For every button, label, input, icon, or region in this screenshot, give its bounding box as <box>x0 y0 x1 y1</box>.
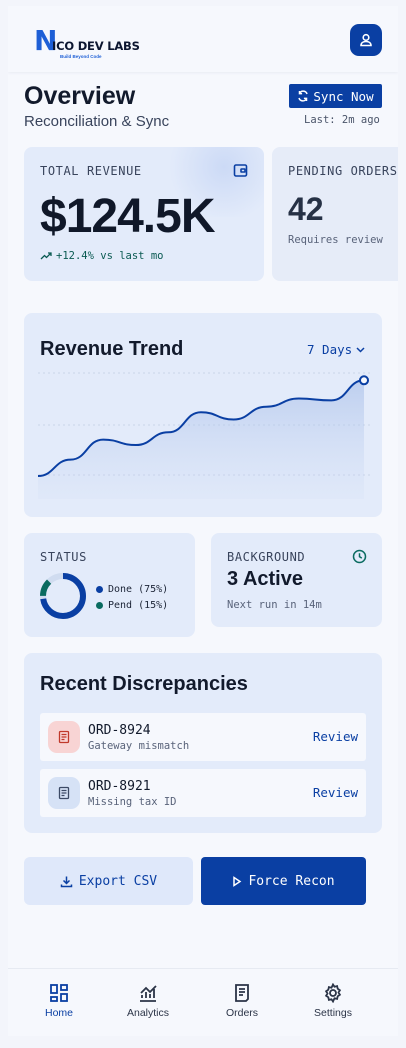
list-item[interactable]: ORD-8924 Gateway mismatch Review <box>40 713 366 761</box>
last-sync-time: Last: 2m ago <box>304 114 380 126</box>
background-next-run: Next run in 14m <box>227 599 322 611</box>
nav-label: Settings <box>314 1007 352 1019</box>
chart-title: Revenue Trend <box>40 338 184 360</box>
revenue-trend-chart <box>38 372 372 499</box>
orders-icon <box>235 984 249 1002</box>
play-icon <box>233 875 242 887</box>
user-icon <box>360 33 372 47</box>
chart-area-fill <box>38 380 364 499</box>
home-grid-icon <box>50 984 68 1002</box>
section-title: Recent Discrepancies <box>40 673 248 695</box>
nav-item-analytics[interactable]: Analytics <box>108 983 188 1019</box>
kpi-label: PENDING ORDERS <box>288 164 398 178</box>
discrepancy-reason: Gateway mismatch <box>88 740 190 752</box>
review-link[interactable]: Review <box>313 729 358 744</box>
pending-orders-card[interactable]: PENDING ORDERS 42 Requires review <box>272 147 398 281</box>
background-label: BACKGROUND <box>227 550 306 564</box>
kpi-value: $124.5K <box>40 190 215 243</box>
sync-icon <box>298 90 309 102</box>
wallet-icon <box>233 164 248 177</box>
nav-label: Home <box>44 1007 73 1019</box>
order-id: ORD-8921 <box>88 779 151 794</box>
total-revenue-card[interactable]: TOTAL REVENUE $124.5K +12.4% vs last mo <box>24 147 264 281</box>
kpi-value: 42 <box>288 191 324 227</box>
export-csv-label: Export CSV <box>78 873 158 889</box>
background-value: 3 Active <box>227 568 303 590</box>
chevron-down-icon <box>356 346 365 353</box>
nav-item-orders[interactable]: Orders <box>202 983 282 1019</box>
status-donut-chart <box>40 573 86 619</box>
background-jobs-card[interactable]: BACKGROUND 3 Active Next run in 14m <box>211 533 382 627</box>
clock-icon <box>352 549 367 564</box>
legend-item-done: Done (75%) <box>96 582 168 598</box>
recent-discrepancies-card: Recent Discrepancies ORD-8924 Gateway mi… <box>24 653 382 833</box>
nav-item-home[interactable]: Home <box>19 983 99 1019</box>
status-label: STATUS <box>40 550 87 564</box>
list-item[interactable]: ORD-8921 Missing tax ID Review <box>40 769 366 817</box>
sync-now-button[interactable]: Sync Now <box>289 84 382 108</box>
order-id: ORD-8924 <box>88 723 151 738</box>
kpi-subtext: Requires review <box>288 234 383 246</box>
kpi-trend: +12.4% vs last mo <box>40 250 163 262</box>
download-icon <box>60 876 73 887</box>
legend-text: Done (75%) <box>108 584 169 595</box>
bottom-navigation: Home Analytics Orders Settings <box>8 968 398 1036</box>
profile-button[interactable] <box>350 24 382 56</box>
kpi-label: TOTAL REVENUE <box>40 164 142 178</box>
app-screen: N ICO DEV LABS Build Beyond Code Overvie… <box>8 6 398 1036</box>
page-subtitle: Reconciliation & Sync <box>24 113 170 130</box>
nav-label: Orders <box>225 1007 259 1019</box>
range-label: 7 Days <box>307 342 353 357</box>
trending-up-icon <box>40 252 52 260</box>
kpi-trend-text: +12.4% vs last mo <box>56 250 164 262</box>
legend-dot <box>96 601 103 609</box>
force-recon-button[interactable]: Force Recon <box>201 857 366 905</box>
sync-now-label: Sync Now <box>313 88 374 104</box>
review-link[interactable]: Review <box>313 785 358 800</box>
receipt-icon <box>48 777 80 809</box>
discrepancy-reason: Missing tax ID <box>88 796 177 808</box>
analytics-icon <box>140 985 157 1002</box>
page-title: Overview <box>24 82 136 110</box>
legend-text: Pend (15%) <box>108 600 169 611</box>
logo-text: ICO DEV LABS <box>52 39 140 53</box>
revenue-trend-card: Revenue Trend 7 Days <box>24 313 382 517</box>
nav-label: Analytics <box>126 1007 169 1019</box>
legend-dot <box>96 585 103 593</box>
force-recon-label: Force Recon <box>248 873 335 889</box>
legend-item-pending: Pend (15%) <box>96 598 168 614</box>
range-dropdown[interactable]: 7 Days <box>307 342 365 357</box>
brand-logo[interactable]: N ICO DEV LABS Build Beyond Code <box>34 27 144 60</box>
nav-item-settings[interactable]: Settings <box>293 983 373 1019</box>
status-legend: Done (75%) Pend (15%) <box>96 582 168 614</box>
top-header: N ICO DEV LABS Build Beyond Code <box>8 6 398 72</box>
status-card[interactable]: STATUS Done (75%) Pend (15%) <box>24 533 195 637</box>
logo-tagline: Build Beyond Code <box>60 54 102 59</box>
chart-end-point <box>359 375 369 386</box>
export-csv-button[interactable]: Export CSV <box>24 857 193 905</box>
settings-gear-icon <box>324 983 342 1003</box>
receipt-icon <box>48 721 80 753</box>
